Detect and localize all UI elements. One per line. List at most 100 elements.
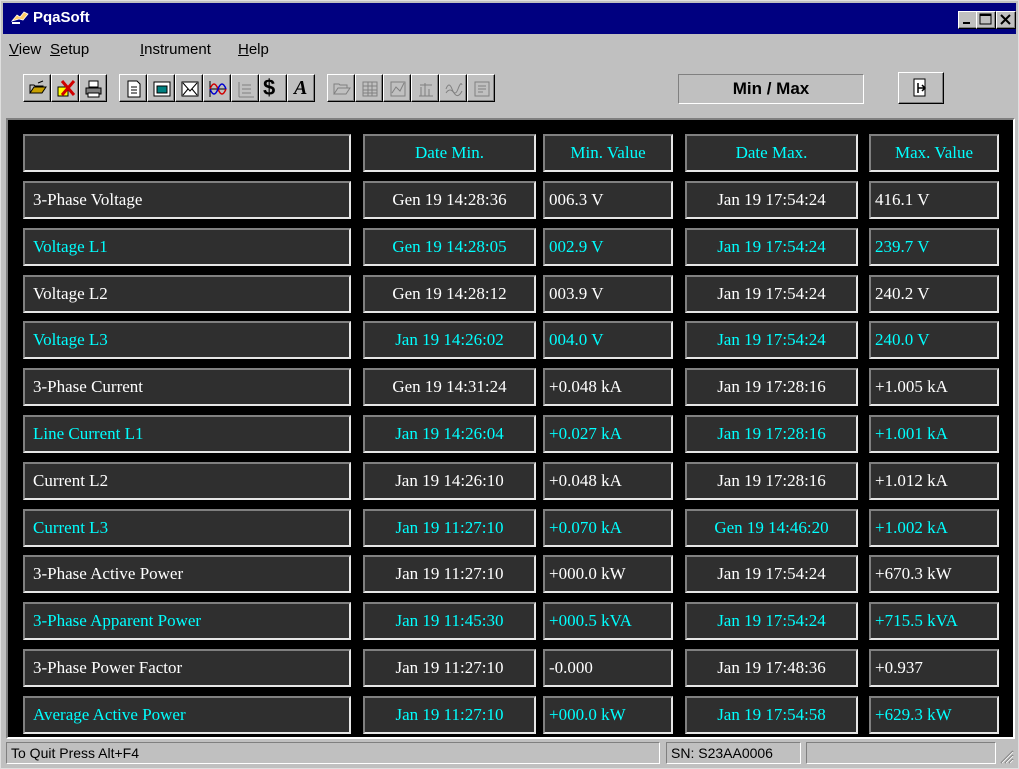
mode-indicator: Min / Max — [678, 74, 864, 104]
row-min-value: +0.048 kA — [543, 462, 673, 500]
row-date-min: Jan 19 14:26:10 — [363, 462, 536, 500]
title-bar[interactable]: PqaSoft — [3, 3, 1016, 34]
row-max-value: 239.7 V — [869, 228, 999, 266]
grid-button[interactable] — [355, 74, 383, 102]
row-date-max: Jan 19 17:54:58 — [685, 696, 858, 734]
app-window: PqaSoft View Setup Instrument Help $ A M… — [0, 0, 1019, 769]
dollar-icon: $ — [263, 75, 276, 100]
row-date-max: Jan 19 17:54:24 — [685, 228, 858, 266]
row-date-max: Jan 19 17:28:16 — [685, 368, 858, 406]
toolbar: $ A Min / Max — [3, 69, 1016, 115]
report-button[interactable] — [467, 74, 495, 102]
row-name: Voltage L3 — [23, 321, 351, 359]
row-max-value: +670.3 kW — [869, 555, 999, 593]
menu-bar: View Setup Instrument Help — [3, 38, 1016, 62]
menu-view-label: iew — [18, 41, 42, 58]
harmonics-button[interactable] — [231, 74, 259, 102]
row-name: 3-Phase Apparent Power — [23, 602, 351, 640]
envelope-button[interactable] — [175, 74, 203, 102]
row-min-value: 006.3 V — [543, 181, 673, 219]
header-blank — [23, 134, 351, 172]
row-date-max: Jan 19 17:28:16 — [685, 415, 858, 453]
menu-help-accel: H — [238, 41, 249, 58]
row-name: Average Active Power — [23, 696, 351, 734]
font-button[interactable]: A — [287, 74, 315, 102]
row-date-min: Jan 19 14:26:04 — [363, 415, 536, 453]
row-date-min: Gen 19 14:31:24 — [363, 368, 536, 406]
row-date-max: Jan 19 17:54:24 — [685, 321, 858, 359]
minmax-panel: Date Min. Min. Value Date Max. Max. Valu… — [6, 118, 1015, 739]
row-name: 3-Phase Active Power — [23, 555, 351, 593]
window-button[interactable] — [147, 74, 175, 102]
row-max-value: 240.2 V — [869, 275, 999, 313]
row-date-min: Gen 19 14:28:12 — [363, 275, 536, 313]
menu-instrument[interactable]: Instrument — [140, 41, 211, 58]
chart-button[interactable] — [383, 74, 411, 102]
row-min-value: +000.5 kVA — [543, 602, 673, 640]
row-max-value: +629.3 kW — [869, 696, 999, 734]
row-min-value: -0.000 — [543, 649, 673, 687]
row-name: Current L2 — [23, 462, 351, 500]
row-date-min: Jan 19 11:45:30 — [363, 602, 536, 640]
menu-help-label: elp — [248, 41, 269, 58]
row-date-max: Jan 19 17:54:24 — [685, 275, 858, 313]
row-date-min: Gen 19 14:28:36 — [363, 181, 536, 219]
delete-button[interactable] — [51, 74, 79, 102]
row-max-value: +0.937 — [869, 649, 999, 687]
row-date-max: Jan 19 17:28:16 — [685, 462, 858, 500]
row-name: 3-Phase Power Factor — [23, 649, 351, 687]
row-min-value: +0.048 kA — [543, 368, 673, 406]
maximize-button[interactable] — [976, 11, 996, 29]
row-min-value: +0.070 kA — [543, 509, 673, 547]
row-date-min: Jan 19 14:26:02 — [363, 321, 536, 359]
row-name: Current L3 — [23, 509, 351, 547]
exit-button[interactable] — [898, 72, 944, 104]
row-min-value: +000.0 kW — [543, 696, 673, 734]
row-max-value: +1.002 kA — [869, 509, 999, 547]
window-title: PqaSoft — [33, 9, 90, 26]
menu-setup[interactable]: Setup — [50, 41, 89, 58]
row-min-value: 002.9 V — [543, 228, 673, 266]
open-button[interactable] — [23, 74, 51, 102]
row-max-value: +1.005 kA — [869, 368, 999, 406]
print-button[interactable] — [79, 74, 107, 102]
menu-instrument-label: nstrument — [144, 41, 211, 58]
header-date-max: Date Max. — [685, 134, 858, 172]
row-name: Voltage L1 — [23, 228, 351, 266]
waveform-button[interactable] — [203, 74, 231, 102]
row-max-value: +1.012 kA — [869, 462, 999, 500]
status-empty — [806, 742, 996, 764]
dollar-button[interactable]: $ — [259, 74, 287, 102]
status-bar: To Quit Press Alt+F4 SN: S23AA0006 — [3, 742, 1016, 766]
menu-view[interactable]: View — [9, 41, 41, 58]
status-hint: To Quit Press Alt+F4 — [6, 742, 660, 764]
row-name: 3-Phase Voltage — [23, 181, 351, 219]
minimize-button[interactable] — [958, 11, 978, 29]
row-min-value: 004.0 V — [543, 321, 673, 359]
header-max-value: Max. Value — [869, 134, 999, 172]
row-min-value: +000.0 kW — [543, 555, 673, 593]
menu-setup-accel: S — [50, 41, 61, 58]
menu-help[interactable]: Help — [238, 41, 269, 58]
row-name: Line Current L1 — [23, 415, 351, 453]
close-button[interactable] — [996, 11, 1016, 29]
page-button[interactable] — [119, 74, 147, 102]
row-date-min: Jan 19 11:27:10 — [363, 509, 536, 547]
row-min-value: 003.9 V — [543, 275, 673, 313]
folder-button[interactable] — [327, 74, 355, 102]
row-max-value: +1.001 kA — [869, 415, 999, 453]
exit-icon — [912, 78, 930, 103]
row-date-min: Jan 19 11:27:10 — [363, 649, 536, 687]
menu-view-accel: V — [9, 41, 19, 58]
row-min-value: +0.027 kA — [543, 415, 673, 453]
row-date-min: Gen 19 14:28:05 — [363, 228, 536, 266]
header-date-min: Date Min. — [363, 134, 536, 172]
row-date-max: Jan 19 17:48:36 — [685, 649, 858, 687]
row-max-value: 240.0 V — [869, 321, 999, 359]
resize-grip-icon[interactable] — [998, 748, 1014, 764]
row-max-value: +715.5 kVA — [869, 602, 999, 640]
row-date-min: Jan 19 11:27:10 — [363, 696, 536, 734]
scope-button[interactable] — [439, 74, 467, 102]
row-max-value: 416.1 V — [869, 181, 999, 219]
bars-button[interactable] — [411, 74, 439, 102]
